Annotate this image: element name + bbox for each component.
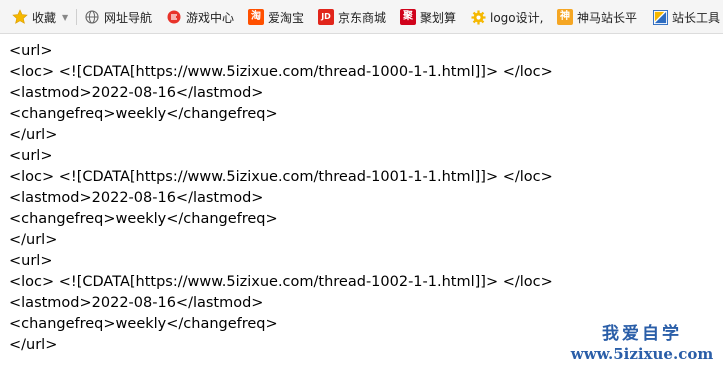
bookmark-label: 神马站长平 (577, 10, 638, 25)
xml-line: <loc> <![CDATA[https://www.5izixue.com/t… (9, 64, 553, 80)
bookmarks-bar: 收藏 ▼ 网址导航 游戏中心 淘 爱淘宝 JD 京东商城 聚 聚划算 logo设… (0, 0, 723, 34)
taobao-icon: 淘 (248, 9, 264, 25)
xml-line: <lastmod>2022-08-16</lastmod> (9, 295, 264, 311)
bookmark-item[interactable]: 神 神马站长平 (557, 0, 637, 34)
divider (76, 9, 77, 25)
xml-line: <loc> <![CDATA[https://www.5izixue.com/t… (9, 274, 553, 290)
favorites-label: 收藏 (32, 10, 57, 25)
jd-icon: JD (318, 9, 334, 25)
bookmark-item[interactable]: 站长工具 (652, 0, 720, 34)
gear-icon (470, 9, 486, 25)
bookmark-label: logo设计, (490, 10, 544, 25)
bookmark-label: 站长工具 (672, 10, 721, 25)
xml-line: <lastmod>2022-08-16</lastmod> (9, 190, 264, 206)
watermark-logo: 我爱自学 www.5izixue.com (567, 323, 717, 363)
bookmark-item[interactable]: logo设计, (470, 0, 543, 34)
bookmark-label: 聚划算 (420, 10, 457, 25)
xml-line: <lastmod>2022-08-16</lastmod> (9, 85, 264, 101)
xml-line: </url> (9, 232, 58, 248)
xml-line: <url> (9, 43, 53, 59)
watermark-title: 我爱自学 (602, 324, 682, 344)
globe-icon (84, 9, 100, 25)
juhuasuan-icon: 聚 (400, 9, 416, 25)
xml-line: </url> (9, 127, 58, 143)
xml-line: <loc> <![CDATA[https://www.5izixue.com/t… (9, 169, 553, 185)
bookmark-label: 爱淘宝 (268, 10, 305, 25)
xml-line: <changefreq>weekly</changefreq> (9, 106, 278, 122)
bookmark-item[interactable]: JD 京东商城 (318, 0, 386, 34)
favorites-button[interactable]: 收藏 ▼ (12, 0, 68, 34)
bookmark-item[interactable]: 网址导航 (84, 0, 152, 34)
bookmark-label: 京东商城 (338, 10, 387, 25)
xml-document-view: <url> <loc> <![CDATA[https://www.5izixue… (9, 41, 709, 361)
bookmark-item[interactable]: 游戏中心 (166, 0, 234, 34)
shenma-icon: 神 (557, 9, 573, 25)
bookmark-item[interactable]: 聚 聚划算 (400, 0, 456, 34)
star-icon (12, 9, 28, 25)
xml-line: <url> (9, 148, 53, 164)
bookmark-label: 游戏中心 (186, 10, 235, 25)
bookmark-item[interactable]: 淘 爱淘宝 (248, 0, 304, 34)
chinaz-icon (652, 9, 668, 25)
xml-line: <url> (9, 253, 53, 269)
watermark-url: www.5izixue.com (570, 345, 714, 363)
chevron-down-icon[interactable]: ▼ (62, 13, 68, 22)
xml-line: <changefreq>weekly</changefreq> (9, 211, 278, 227)
game-icon (166, 9, 182, 25)
bookmark-label: 网址导航 (104, 10, 153, 25)
